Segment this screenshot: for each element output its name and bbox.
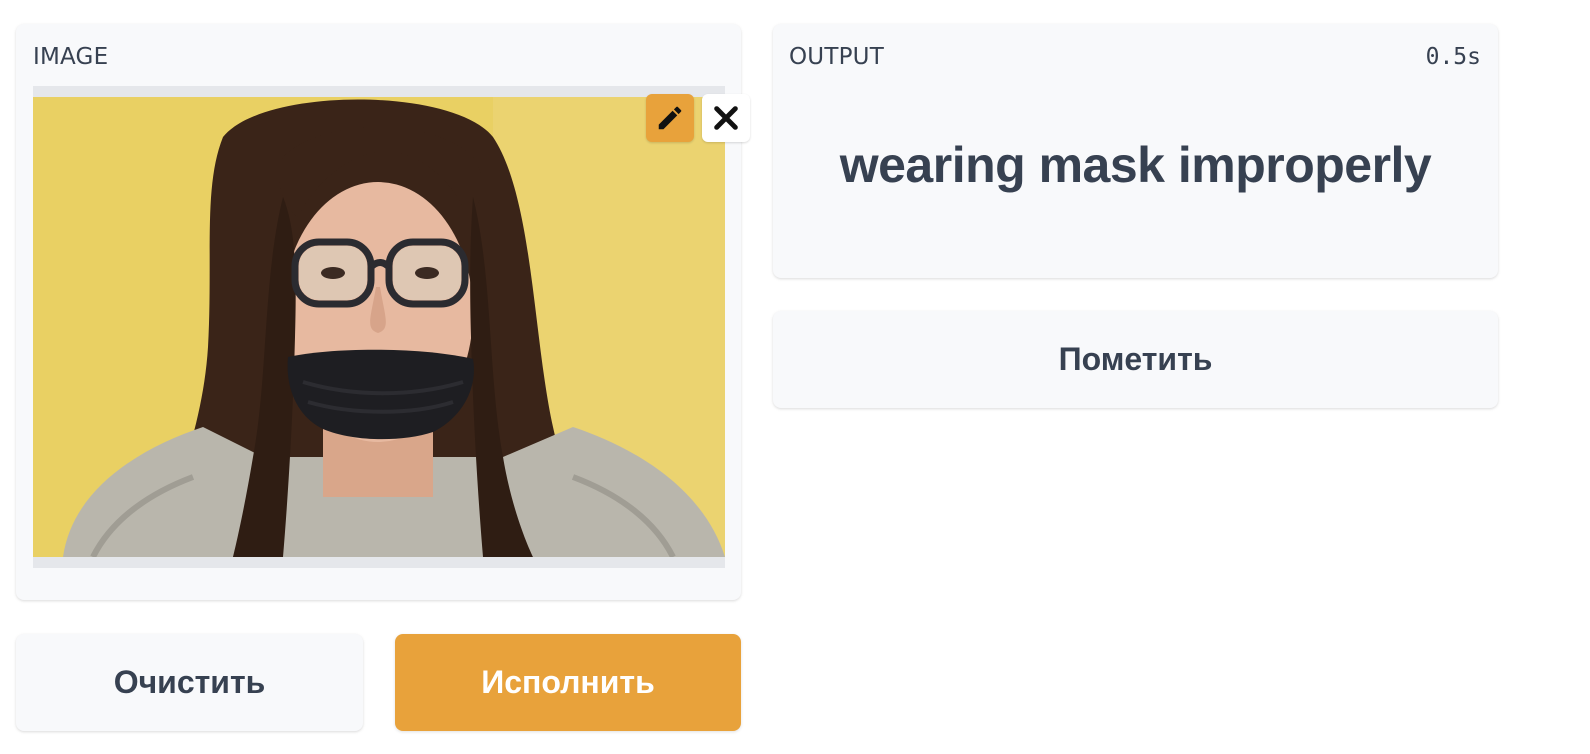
image-input-panel: IMAGE [16,24,750,600]
image-label: IMAGE [33,44,109,70]
prediction-result: wearing mask improperly [839,137,1432,193]
uploaded-photo [33,97,725,557]
image-frame [33,86,750,568]
remove-image-button[interactable] [702,94,750,142]
submit-button[interactable]: Исполнить [395,634,741,731]
output-panel: OUTPUT 0.5s wearing mask improperly [773,24,1498,278]
edit-image-button[interactable] [646,94,694,142]
output-label: OUTPUT [789,44,884,70]
flag-button[interactable]: Пометить [773,311,1498,408]
clear-button[interactable]: Очистить [16,634,363,731]
pencil-icon [658,106,682,130]
close-icon [714,106,738,130]
elapsed-time: 0.5s [1425,44,1481,70]
